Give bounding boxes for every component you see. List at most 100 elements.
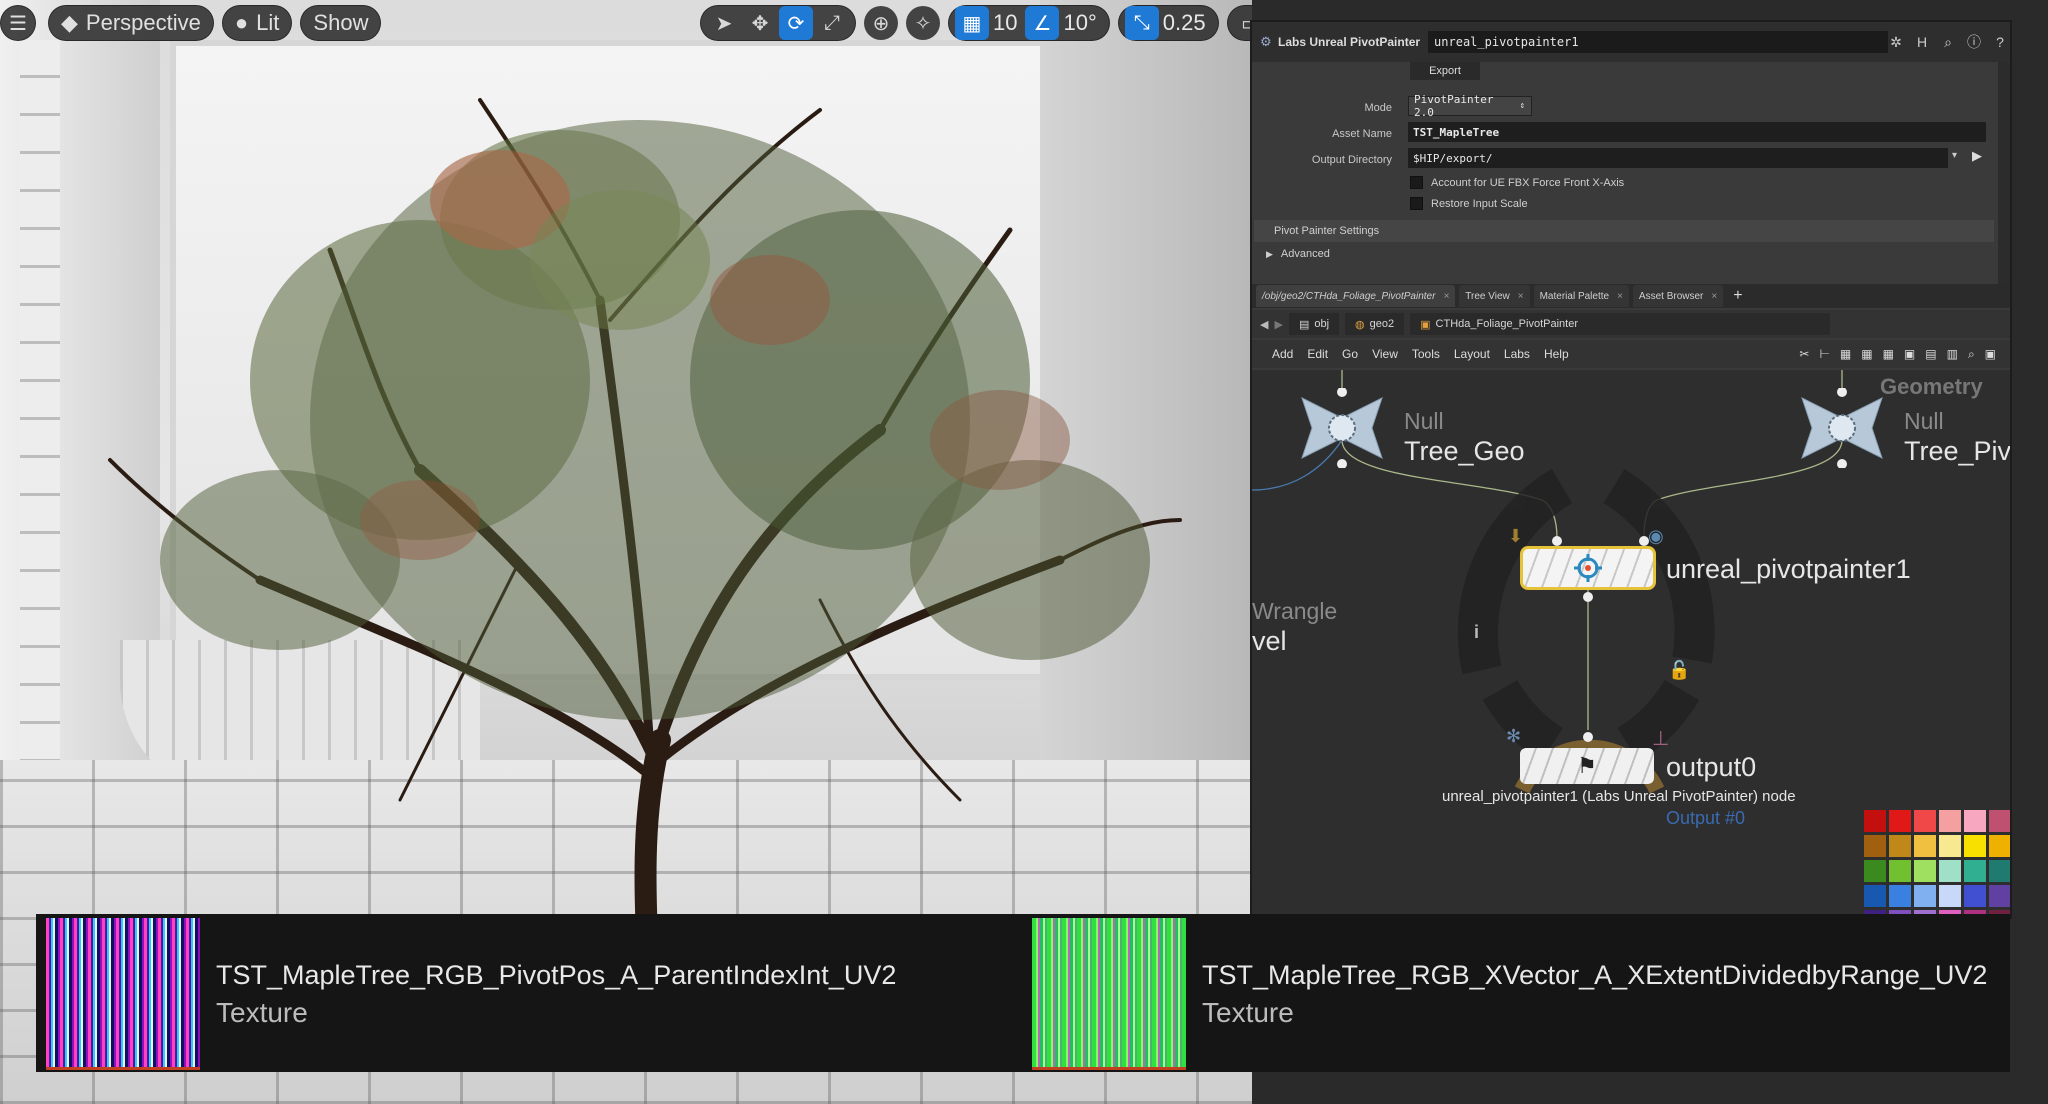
color-swatch[interactable] [1889,885,1911,907]
color-swatch[interactable] [1914,810,1936,832]
back-arrow-icon[interactable]: ◀ [1260,318,1268,331]
world-space-icon[interactable]: ⊕ [864,6,898,40]
menu-help[interactable]: Help [1544,347,1569,361]
color-swatch[interactable] [1989,860,2010,882]
asset-name-field[interactable]: TST_MapleTree [1408,122,1986,142]
color-swatch[interactable] [1989,885,2010,907]
parm-scrollbar[interactable] [1998,62,2010,284]
show-button[interactable]: Show [300,5,382,41]
input-dot-1[interactable] [1552,536,1562,546]
restore-input-scale-checkbox[interactable]: Restore Input Scale [1410,197,1528,210]
select-tool-icon[interactable]: ➤ [707,6,741,40]
menu-go[interactable]: Go [1342,347,1358,361]
color-swatch[interactable] [1964,810,1986,832]
pivotpainter-name[interactable]: unreal_pivotpainter1 [1666,554,1911,585]
tab-tree-view[interactable]: Tree View × [1459,285,1530,307]
lock-icon[interactable]: 🔓 [1668,660,1690,681]
output-directory-field[interactable]: $HIP/export/ [1408,148,1948,168]
null-node-tree-piv[interactable] [1792,388,1892,468]
breadcrumb-hda[interactable]: ▣ CTHda_Foliage_PivotPainter [1410,313,1831,335]
export-button[interactable]: Export [1410,62,1480,80]
perspective-button[interactable]: ◆ Perspective [48,5,214,41]
menu-layout[interactable]: Layout [1454,347,1490,361]
color-swatch[interactable] [1939,860,1961,882]
lit-button[interactable]: ● Lit [221,5,293,41]
color-swatch[interactable] [1889,835,1911,857]
color-swatch[interactable] [1964,885,1986,907]
breadcrumb-geo[interactable]: ◍ geo2 [1345,313,1405,335]
texture-thumbnail-xvector[interactable] [1032,918,1186,1070]
viewport-menu-button[interactable]: ☰ [0,5,36,41]
color-swatch[interactable] [1889,810,1911,832]
mode-dropdown[interactable]: PivotPainter 2.0 ⇕ [1408,93,1532,119]
menu-view[interactable]: View [1372,347,1398,361]
forward-arrow-icon[interactable]: ▶ [1274,318,1282,331]
pivot-painter-settings-section[interactable]: Pivot Painter Settings [1254,220,1994,242]
texture-asset-xvector[interactable]: TST_MapleTree_RGB_XVector_A_XExtentDivid… [1032,918,1987,1070]
wrangle-name[interactable]: vel [1252,626,1287,657]
tree-geo-name[interactable]: Tree_Geo [1404,436,1525,467]
output-input-dot[interactable] [1583,732,1593,742]
scale-snap-value[interactable]: 0.25 [1161,10,1212,36]
display-eye-icon[interactable]: ◉ [1648,526,1664,547]
grid-snap-value[interactable]: 10 [991,10,1023,36]
color-swatch[interactable] [1964,835,1986,857]
gear-icon[interactable]: ✲ [1886,32,1906,52]
checkbox-box[interactable] [1410,197,1423,210]
tab-material-palette[interactable]: Material Palette × [1533,285,1629,307]
color-swatch[interactable] [1939,835,1961,857]
scale-snap-icon[interactable]: ⤡ [1124,6,1159,40]
network-editor[interactable]: Geometry Null Tree_Geo Null Tree_Piv Wra… [1252,370,2010,917]
tab-network-path[interactable]: /obj/geo2/CTHda_Foliage_PivotPainter × [1256,285,1456,307]
freeze-snowflake-icon[interactable]: ✻ [1506,726,1521,747]
pivotpainter-node[interactable] [1520,546,1656,590]
tab-asset-browser[interactable]: Asset Browser × [1632,285,1724,307]
grid-snap-icon[interactable]: ▦ [955,6,989,40]
info-icon[interactable]: ⓘ [1964,32,1984,52]
breadcrumb-obj[interactable]: ▤ obj [1288,313,1340,335]
rotation-snap-value[interactable]: 10° [1061,10,1102,36]
dropdown-arrow-icon[interactable]: ▾ [1952,150,1957,161]
color-swatch[interactable] [1864,885,1886,907]
help-h-icon[interactable]: H [1912,32,1932,52]
color-swatch[interactable] [1914,885,1936,907]
add-tab-icon[interactable]: + [1733,287,1742,305]
color-swatch[interactable] [1989,835,2010,857]
color-swatch[interactable] [1989,810,2010,832]
checkbox-box[interactable] [1410,176,1423,189]
input-dot-2[interactable] [1639,536,1649,546]
rotation-snap-icon[interactable]: ∠ [1025,6,1060,40]
info-i-icon[interactable]: i [1474,622,1479,643]
texture-asset-pivotpos[interactable]: TST_MapleTree_RGB_PivotPos_A_ParentIndex… [46,918,896,1070]
search-icon[interactable]: ⌕ [1938,32,1958,52]
menu-tools[interactable]: Tools [1412,347,1440,361]
color-swatch[interactable] [1939,885,1961,907]
rotate-tool-icon[interactable]: ⟳ [779,6,813,40]
fbx-front-axis-checkbox[interactable]: Account for UE FBX Force Front X-Axis [1410,176,1624,189]
tree-piv-name[interactable]: Tree_Piv [1904,436,2010,467]
output-dot[interactable] [1583,592,1593,602]
output-node[interactable]: ⚑ [1520,748,1654,784]
color-swatch[interactable] [1964,860,1986,882]
node-name-field[interactable]: unreal_pivotpainter1 [1428,31,1889,53]
texture-thumbnail-pivotpos[interactable] [46,918,200,1070]
advanced-folder[interactable]: ▶ Advanced [1266,248,1330,260]
scale-tool-icon[interactable]: ⤢ [815,6,849,40]
surface-snap-icon[interactable]: ✧ [906,6,940,40]
color-swatch[interactable] [1889,860,1911,882]
color-swatch[interactable] [1864,835,1886,857]
menu-labs[interactable]: Labs [1504,347,1530,361]
network-toolbar-icons[interactable]: ✂⊢▦▦▦▣▤▥⌕▣ [1799,347,2006,362]
color-swatch[interactable] [1939,810,1961,832]
color-swatch[interactable] [1864,860,1886,882]
color-swatch[interactable] [1914,860,1936,882]
menu-edit[interactable]: Edit [1307,347,1328,361]
output-node-name[interactable]: output0 [1666,752,1756,783]
color-palette[interactable] [1864,810,2010,917]
menu-add[interactable]: Add [1272,347,1293,361]
bypass-arrow-icon[interactable]: ⬇ [1508,526,1523,547]
question-icon[interactable]: ? [1990,32,2010,52]
file-chooser-icon[interactable]: ▶ [1972,148,1982,164]
move-tool-icon[interactable]: ✥ [743,6,777,40]
null-node-tree-geo[interactable] [1292,388,1392,468]
